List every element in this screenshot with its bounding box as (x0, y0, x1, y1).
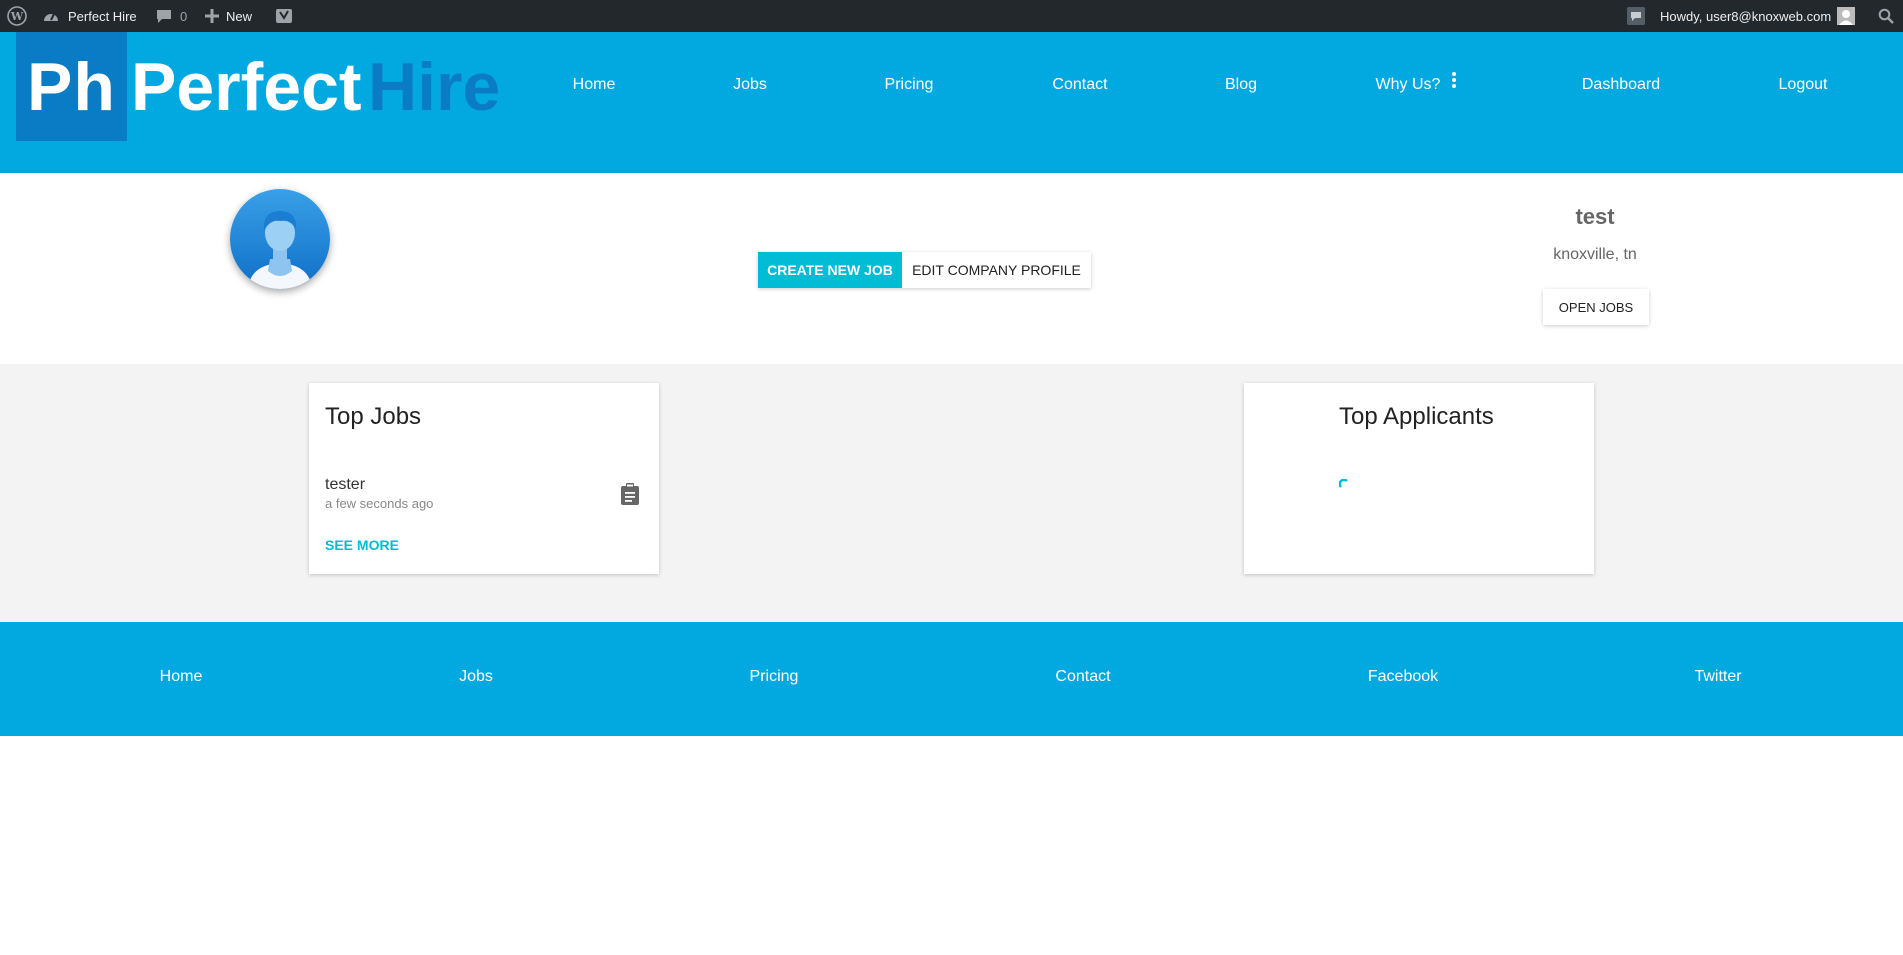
new-label: New (226, 8, 253, 24)
top-applicants-title: Top Applicants (1339, 403, 1494, 430)
job-posted-time: a few seconds ago (325, 496, 434, 511)
comments-count: 0 (180, 8, 188, 24)
wordpress-logo-icon[interactable]: W (7, 0, 27, 32)
notification-icon[interactable] (1627, 0, 1645, 32)
top-applicants-card: Top Applicants (1244, 383, 1594, 574)
footer-twitter-link[interactable]: Twitter (1694, 668, 1741, 686)
open-jobs-button[interactable]: OPEN JOBS (1543, 289, 1649, 325)
site-logo[interactable]: Ph (16, 32, 127, 141)
more-vertical-icon[interactable] (1451, 72, 1457, 90)
plus-icon (205, 9, 219, 23)
nav-contact[interactable]: Contact (1052, 76, 1107, 94)
footer-facebook-link[interactable]: Facebook (1368, 668, 1438, 686)
company-location: knoxville, tn (1553, 246, 1637, 263)
top-jobs-title: Top Jobs (325, 403, 422, 430)
nav-dashboard[interactable]: Dashboard (1582, 76, 1660, 94)
my-account-link[interactable]: Howdy, user8@knoxweb.com (1660, 0, 1856, 32)
footer-home-link[interactable]: Home (160, 668, 203, 686)
site-name-link[interactable]: Perfect Hire (42, 0, 137, 32)
clipboard-icon[interactable] (620, 483, 640, 505)
create-new-job-button[interactable]: CREATE NEW JOB (758, 252, 902, 288)
company-name: test (1575, 204, 1615, 229)
top-jobs-card: Top Jobs tester a few seconds ago SEE MO… (309, 383, 659, 574)
footer-pricing-link[interactable]: Pricing (750, 668, 799, 686)
comment-bubble-icon (157, 9, 171, 23)
yoast-seo-icon[interactable] (275, 0, 293, 32)
nav-jobs[interactable]: Jobs (733, 76, 767, 94)
search-icon[interactable] (1878, 0, 1894, 32)
user-avatar-icon (1837, 7, 1856, 25)
logo-mark: Ph (16, 32, 127, 141)
site-name-label: Perfect Hire (68, 8, 137, 24)
admin-bar: W Perfect Hire 0 New Howdy, user8@knoxwe… (0, 0, 1903, 32)
company-avatar (230, 189, 330, 289)
loading-spinner-icon (1339, 479, 1348, 488)
site-header: Ph Perfect Hire Home Jobs Pricing Contac… (0, 32, 1903, 173)
dashboard-gauge-icon (44, 13, 58, 21)
footer-contact-link[interactable]: Contact (1055, 668, 1110, 686)
nav-logout[interactable]: Logout (1779, 76, 1828, 94)
company-profile-section: CREATE NEW JOB EDIT COMPANY PROFILE test… (0, 173, 1903, 364)
nav-blog[interactable]: Blog (1225, 76, 1257, 94)
site-footer: Home Jobs Pricing Contact Facebook Twitt… (0, 622, 1903, 736)
comments-link[interactable]: 0 (156, 0, 187, 32)
logo-word-hire: Hire (368, 49, 501, 125)
job-title[interactable]: tester (325, 476, 365, 494)
nav-pricing[interactable]: Pricing (885, 76, 934, 94)
profile-actions: CREATE NEW JOB EDIT COMPANY PROFILE (758, 252, 1091, 288)
logo-word-perfect: Perfect (131, 49, 362, 125)
edit-company-profile-button[interactable]: EDIT COMPANY PROFILE (902, 252, 1091, 288)
svg-text:W: W (10, 10, 24, 23)
dashboard-content: Top Jobs tester a few seconds ago SEE MO… (0, 364, 1903, 622)
nav-why-us[interactable]: Why Us? (1376, 76, 1441, 94)
see-more-link[interactable]: SEE MORE (325, 537, 399, 553)
howdy-text: Howdy, user8@knoxweb.com (1660, 8, 1832, 24)
new-content-link[interactable]: New (205, 0, 252, 32)
footer-jobs-link[interactable]: Jobs (459, 668, 493, 686)
nav-home[interactable]: Home (573, 76, 616, 94)
